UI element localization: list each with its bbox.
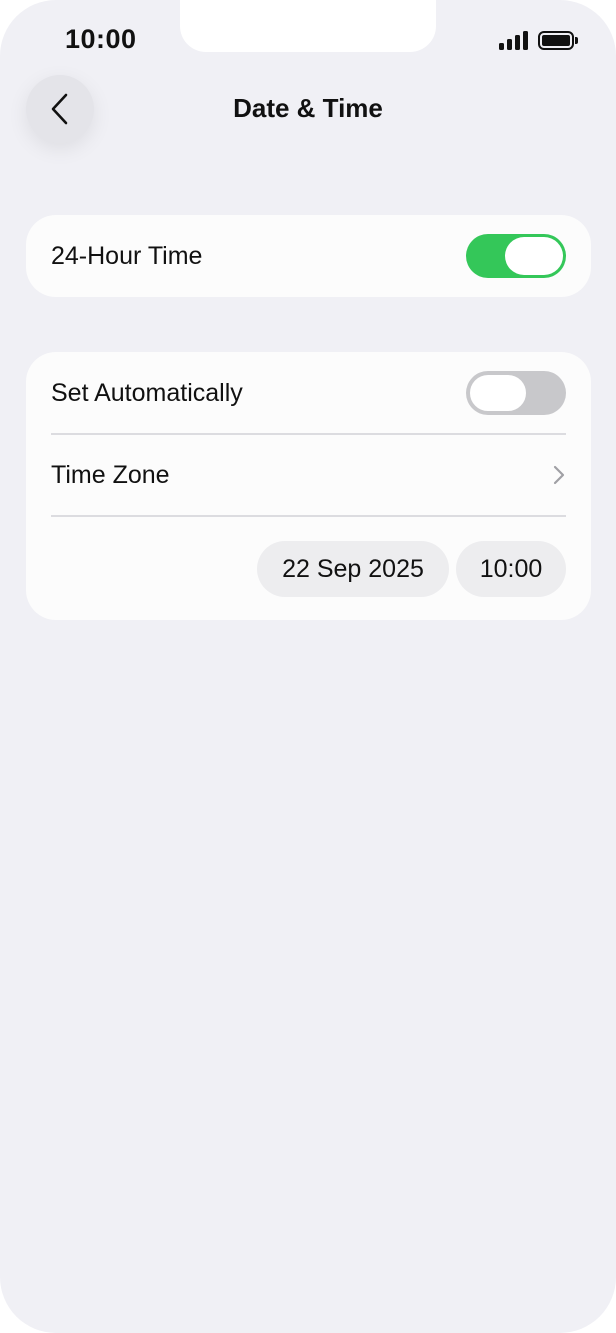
time-picker-button[interactable]: 10:00 <box>456 541 566 597</box>
phone-screen: 10:00 Date & Time 24-Hour Time Set Autom… <box>0 0 616 1333</box>
toggle-knob <box>469 374 527 412</box>
hour24-row[interactable]: 24-Hour Time <box>51 215 566 297</box>
battery-icon <box>538 30 578 50</box>
divider <box>51 515 566 517</box>
set-automatically-row[interactable]: Set Automatically <box>51 352 566 434</box>
date-picker-button[interactable]: 22 Sep 2025 <box>257 541 449 597</box>
cellular-signal-icon <box>499 30 528 50</box>
status-bar-icons <box>499 30 578 50</box>
time-zone-row[interactable]: Time Zone <box>51 434 566 516</box>
hour24-toggle[interactable] <box>466 234 566 278</box>
hour-format-card: 24-Hour Time <box>26 215 591 297</box>
page-title: Date & Time <box>233 93 383 123</box>
date-time-card: Set Automatically Time Zone 22 Sep 2025 … <box>26 352 591 620</box>
status-bar-time: 10:00 <box>65 24 137 54</box>
hour24-label: 24-Hour Time <box>51 241 203 270</box>
chevron-right-icon <box>553 465 565 485</box>
set-automatically-label: Set Automatically <box>51 378 243 407</box>
date-time-picker-row: 22 Sep 2025 10:00 <box>51 541 566 597</box>
notch <box>180 0 436 52</box>
toggle-knob <box>505 237 563 275</box>
set-automatically-toggle[interactable] <box>466 371 566 415</box>
time-zone-label: Time Zone <box>51 460 170 489</box>
